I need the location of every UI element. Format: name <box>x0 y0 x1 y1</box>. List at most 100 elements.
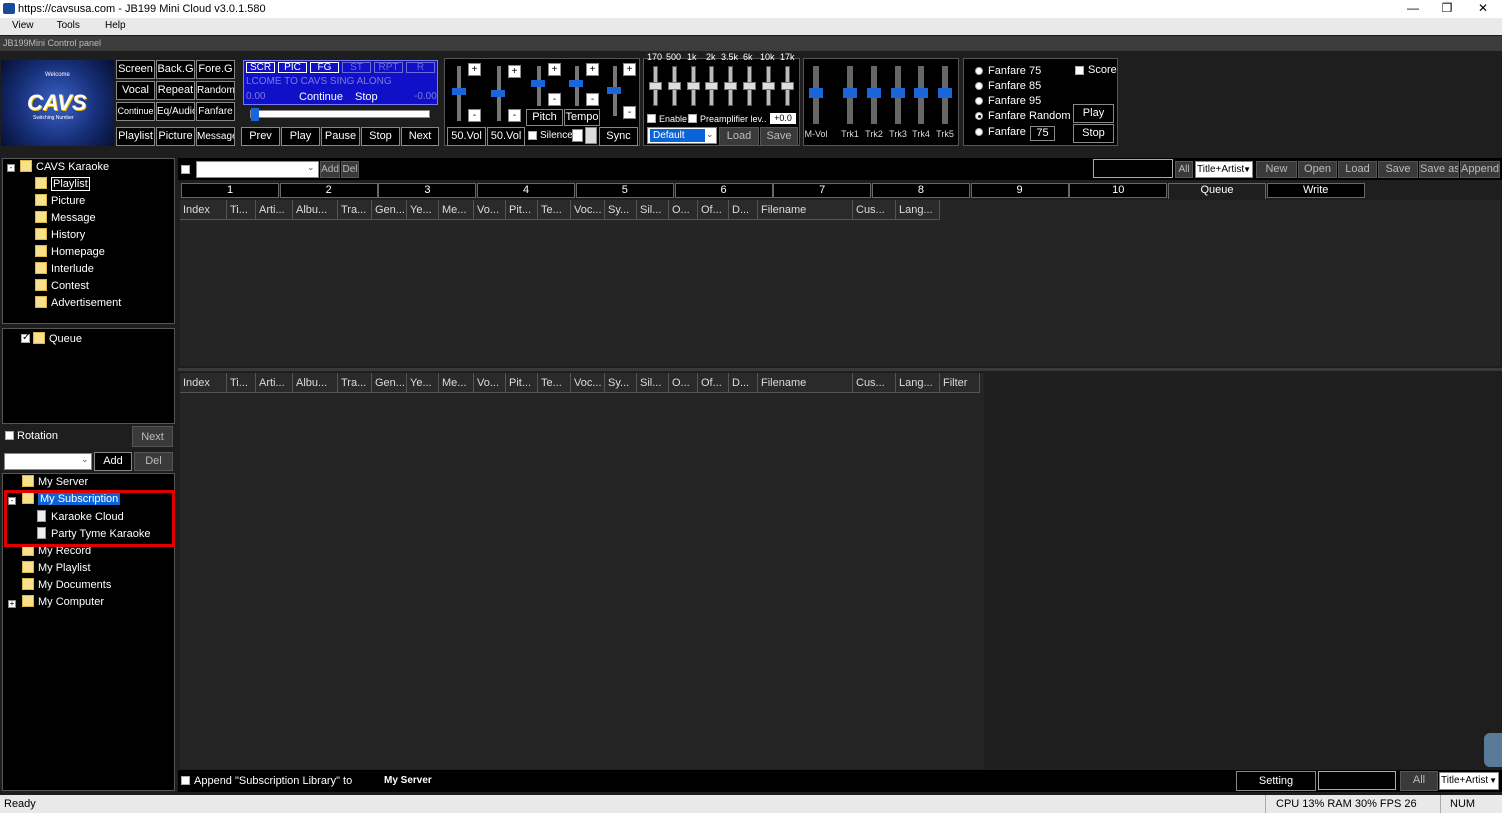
seek-bar[interactable] <box>250 110 430 118</box>
tempo-plus-button[interactable]: + <box>586 63 599 76</box>
silence-value[interactable] <box>572 129 583 142</box>
right-vol-plus-button[interactable]: + <box>508 65 521 78</box>
tree-item-contest[interactable]: Contest <box>35 279 89 295</box>
lcd-tag-rpt[interactable]: RPT <box>374 62 403 73</box>
menu-view[interactable]: View <box>0 18 34 31</box>
append-target[interactable]: My Server <box>384 775 432 786</box>
vocal-button[interactable]: Vocal <box>116 81 155 100</box>
eq-knob-6[interactable] <box>761 82 775 90</box>
library-search-all-button[interactable]: All <box>1400 771 1438 791</box>
eq-enable-checkbox[interactable] <box>647 114 656 123</box>
eq-save-button[interactable]: Save <box>760 127 798 146</box>
column-header-cus[interactable]: Cus... <box>853 200 896 220</box>
mixer-knob-1[interactable] <box>843 88 857 98</box>
column-header-sy[interactable]: Sy... <box>605 373 637 393</box>
tab-write[interactable]: Write <box>1266 183 1365 198</box>
tree-item-advertisement[interactable]: Advertisement <box>35 296 121 312</box>
eq-knob-3[interactable] <box>705 82 719 90</box>
lcd-tag-r[interactable]: R <box>406 62 435 73</box>
column-header-o[interactable]: O... <box>669 200 698 220</box>
playlist-load-button[interactable]: Load <box>1338 161 1377 178</box>
playlist-save-as-button[interactable]: Save as <box>1419 161 1459 178</box>
fanfare-play-button[interactable]: Play <box>1073 104 1114 123</box>
playlist-new-button[interactable]: New <box>1256 161 1297 178</box>
lcd-tag-st[interactable]: ST <box>342 62 371 73</box>
message-mode-button[interactable]: Message <box>196 127 235 146</box>
playlist-name-dropdown[interactable]: ⌄ <box>196 161 319 178</box>
setting-button[interactable]: Setting <box>1236 771 1316 791</box>
rotation-checkbox[interactable] <box>5 431 14 440</box>
menu-help[interactable]: Help <box>83 18 126 31</box>
column-header-voc[interactable]: Voc... <box>571 200 605 220</box>
column-header-me[interactable]: Me... <box>439 200 474 220</box>
column-header-cus[interactable]: Cus... <box>853 373 896 393</box>
prev-button[interactable]: Prev <box>241 127 280 146</box>
mixer-knob-0[interactable] <box>809 88 823 98</box>
column-header-gen[interactable]: Gen... <box>372 373 407 393</box>
column-header-te[interactable]: Te... <box>538 373 571 393</box>
fanfare-random-radio[interactable] <box>975 112 983 120</box>
tab-10[interactable]: 10 <box>1069 183 1168 198</box>
lcd-tag-fg[interactable]: FG <box>310 62 339 73</box>
eq-audio-button[interactable]: Eq/Audio <box>156 102 195 121</box>
column-header-sil[interactable]: Sil... <box>637 200 669 220</box>
silence-checkbox[interactable] <box>528 131 537 140</box>
column-header-arti[interactable]: Arti... <box>256 200 293 220</box>
sync-knob[interactable] <box>607 87 621 94</box>
column-header-gen[interactable]: Gen... <box>372 200 407 220</box>
minimize-icon[interactable]: — <box>1398 1 1428 17</box>
column-header-filename[interactable]: Filename <box>758 373 853 393</box>
fanfare-95-radio[interactable] <box>975 97 983 105</box>
column-header-sy[interactable]: Sy... <box>605 200 637 220</box>
eq-knob-1[interactable] <box>667 82 681 90</box>
column-header-vo[interactable]: Vo... <box>474 200 506 220</box>
playlist-append-button[interactable]: Append <box>1460 161 1500 178</box>
score-checkbox[interactable] <box>1075 66 1084 75</box>
column-header-pit[interactable]: Pit... <box>506 200 538 220</box>
rotation-next-button[interactable]: Next <box>132 426 173 447</box>
tree-item-homepage[interactable]: Homepage <box>35 245 105 261</box>
seek-handle[interactable] <box>251 108 259 121</box>
silence-spinner[interactable] <box>585 127 597 144</box>
tab-9[interactable]: 9 <box>970 183 1069 198</box>
eq-knob-7[interactable] <box>780 82 794 90</box>
tab-8[interactable]: 8 <box>871 183 970 198</box>
column-header-d[interactable]: D... <box>729 200 758 220</box>
expand-icon[interactable]: + <box>8 600 16 608</box>
screen-button[interactable]: Screen <box>116 60 155 79</box>
library-grid[interactable] <box>180 373 984 769</box>
column-header-of[interactable]: Of... <box>698 373 729 393</box>
close-icon[interactable]: ✕ <box>1468 1 1498 17</box>
menu-tools[interactable]: Tools <box>37 18 80 31</box>
pitch-button[interactable]: Pitch <box>526 109 563 126</box>
lcd-tag-pic[interactable]: PIC <box>278 62 307 73</box>
pitch-minus-button[interactable]: - <box>548 93 561 106</box>
eq-knob-5[interactable] <box>743 82 756 90</box>
next-button[interactable]: Next <box>401 127 439 146</box>
restore-icon[interactable]: ❐ <box>1432 1 1462 17</box>
playlist-open-button[interactable]: Open <box>1298 161 1337 178</box>
foreg-button[interactable]: Fore.G <box>196 60 235 79</box>
queue-checkbox[interactable]: ✓ <box>21 332 30 343</box>
tree-item-history[interactable]: History <box>35 228 85 244</box>
sync-minus-button[interactable]: - <box>623 106 636 119</box>
column-header-index[interactable]: Index <box>180 200 227 220</box>
server-selector[interactable]: ⌄ <box>4 453 92 470</box>
left-volume-knob[interactable] <box>452 88 466 95</box>
random-button[interactable]: Random <box>196 81 235 100</box>
collapse-icon[interactable]: - <box>7 164 15 172</box>
tab-1[interactable]: 1 <box>181 183 279 198</box>
sync-button[interactable]: Sync <box>599 127 638 146</box>
playlist-save-button[interactable]: Save <box>1378 161 1418 178</box>
playlist-mode-button[interactable]: Playlist <box>116 127 155 146</box>
fanfare-75-radio[interactable] <box>975 67 983 75</box>
eq-preset-dropdown[interactable]: Default ⌄ <box>647 127 717 144</box>
fanfare-stop-button[interactable]: Stop <box>1073 124 1114 143</box>
tempo-minus-button[interactable]: - <box>586 93 599 106</box>
tree-item-my-playlist[interactable]: My Playlist <box>22 561 91 577</box>
tree-item-interlude[interactable]: Interlude <box>35 262 94 278</box>
tab-6[interactable]: 6 <box>674 183 773 198</box>
tree-item-my-server[interactable]: My Server <box>22 475 88 491</box>
mixer-knob-5[interactable] <box>938 88 952 98</box>
column-header-vo[interactable]: Vo... <box>474 373 506 393</box>
